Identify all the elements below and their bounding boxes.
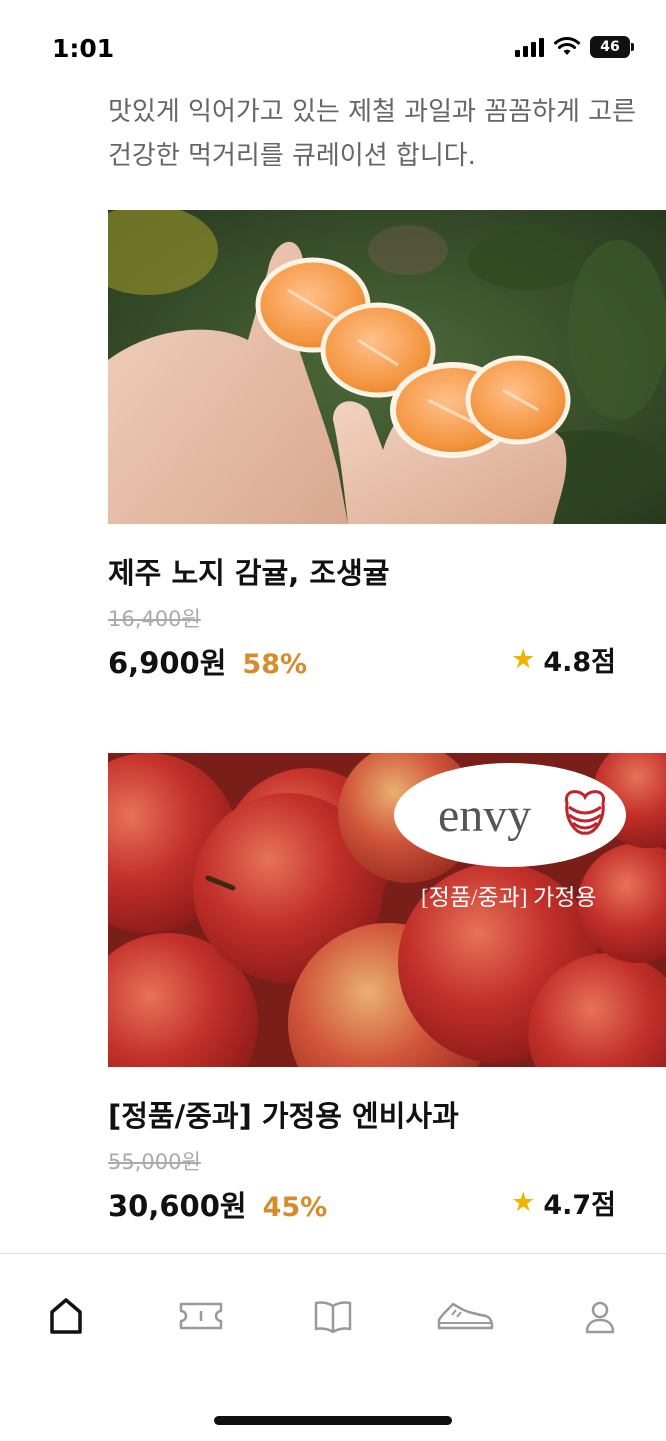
rating-value: 4.7점 [543,1190,616,1221]
home-indicator[interactable] [214,1416,452,1425]
price-row: 6,900원 58% ★ 4.8점 [108,640,616,680]
product-name[interactable]: [정품/중과] 가정용 엔비사과 [108,1093,459,1135]
product-name[interactable]: 제주 노지 감귤, 조생귤 [108,550,389,592]
original-price: 16,400원 [108,607,201,631]
cellular-signal-icon [515,37,544,57]
book-icon [314,1301,352,1334]
home-icon [50,1298,82,1334]
original-price: 55,000원 [108,1150,201,1174]
product-card[interactable]: 제주 노지 감귤, 조생귤 16,400원 6,900원 58% ★ 4.8점 [108,210,666,690]
brand-logo-text: envy [438,789,531,842]
discount-rate: 45% [262,1192,328,1223]
star-icon: ★ [511,644,536,675]
price-row: 30,600원 45% ★ 4.7점 [108,1183,616,1223]
tab-book[interactable] [313,1296,353,1336]
image-caption: [정품/중과] 가정용 [421,885,597,910]
rating: ★ 4.8점 [511,640,616,679]
price-value: 30,600원 [108,1189,247,1223]
rating: ★ 4.7점 [511,1183,616,1222]
product-card[interactable]: envy [정품/중과] 가정용 [정품/중과] 가정용 엔비사과 55,000… [108,753,666,1233]
wifi-icon [554,37,580,55]
star-icon: ★ [511,1187,536,1218]
status-icons: 46 [515,36,634,58]
battery-icon: 46 [590,36,634,58]
status-time: 1:01 [52,34,115,63]
product-image-apple[interactable]: envy [정품/중과] 가정용 [108,753,666,1067]
intro-text: 맛있게 익어가고 있는 제철 과일과 꼼꼼하게 고른 건강한 먹거리를 큐레이션… [108,97,636,171]
tab-home[interactable] [46,1296,86,1336]
bottom-tab-bar [0,1253,666,1441]
status-bar: 1:01 46 [0,0,666,96]
tab-ticket[interactable] [178,1296,224,1336]
shoe-icon [437,1302,494,1330]
discount-rate: 58% [242,649,308,680]
sale-price: 30,600원 45% [108,1183,327,1225]
profile-icon [585,1301,615,1334]
product-image-tangerine[interactable] [108,210,666,524]
tab-profile[interactable] [580,1296,620,1336]
price-value: 6,900원 [108,646,227,680]
ticket-icon [179,1302,223,1330]
tab-shop[interactable] [436,1296,494,1336]
rating-value: 4.8점 [543,647,616,678]
sale-price: 6,900원 58% [108,640,307,682]
